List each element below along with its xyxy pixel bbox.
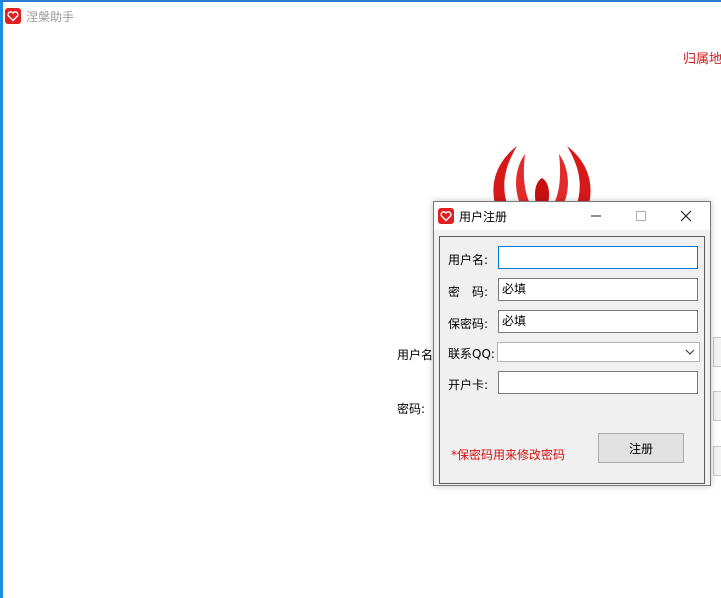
card-input[interactable] [498, 371, 698, 394]
main-login-button[interactable] [713, 446, 721, 476]
close-button[interactable] [664, 202, 708, 230]
maximize-icon [636, 211, 646, 221]
main-username-label: 用户名 [397, 348, 434, 362]
security-password-input[interactable]: 必填 [498, 310, 698, 333]
minimize-button[interactable] [574, 202, 618, 230]
qq-dropdown[interactable] [497, 342, 700, 362]
password-input[interactable]: 必填 [498, 278, 698, 301]
main-username-input[interactable] [713, 337, 721, 367]
register-form: 用户名: 密 码: 必填 保密码: 必填 联系QQ: 开户卡: *保密码用来修改… [439, 236, 705, 484]
security-password-label: 保密码: [448, 317, 489, 331]
main-password-input[interactable] [713, 391, 721, 421]
close-icon [680, 210, 692, 222]
main-titlebar[interactable]: 涅槃助手 [5, 4, 305, 28]
minimize-icon [591, 215, 601, 217]
heart-logo-icon [5, 8, 21, 24]
heart-logo-icon [438, 208, 454, 224]
main-window-title: 涅槃助手 [26, 9, 75, 24]
dialog-titlebar[interactable]: 用户注册 [434, 202, 710, 230]
register-dialog: 用户注册 用户名: 密 码: 必填 保密码: 必填 联系QQ: 开户卡: *保密… [433, 201, 711, 486]
region-label: 归属地: [683, 52, 721, 67]
phoenix-logo-icon [493, 146, 591, 208]
maximize-button[interactable] [619, 202, 663, 230]
card-label: 开户卡: [448, 378, 489, 392]
qq-label: 联系QQ: [448, 347, 495, 361]
password-label: 密 码: [448, 285, 489, 299]
register-button[interactable]: 注册 [598, 433, 684, 463]
security-password-hint: *保密码用来修改密码 [451, 448, 566, 462]
username-input[interactable] [498, 246, 698, 269]
chevron-down-icon [685, 349, 695, 355]
dialog-title: 用户注册 [459, 209, 508, 224]
main-password-label: 密码: [397, 402, 426, 416]
username-label: 用户名: [448, 253, 489, 267]
